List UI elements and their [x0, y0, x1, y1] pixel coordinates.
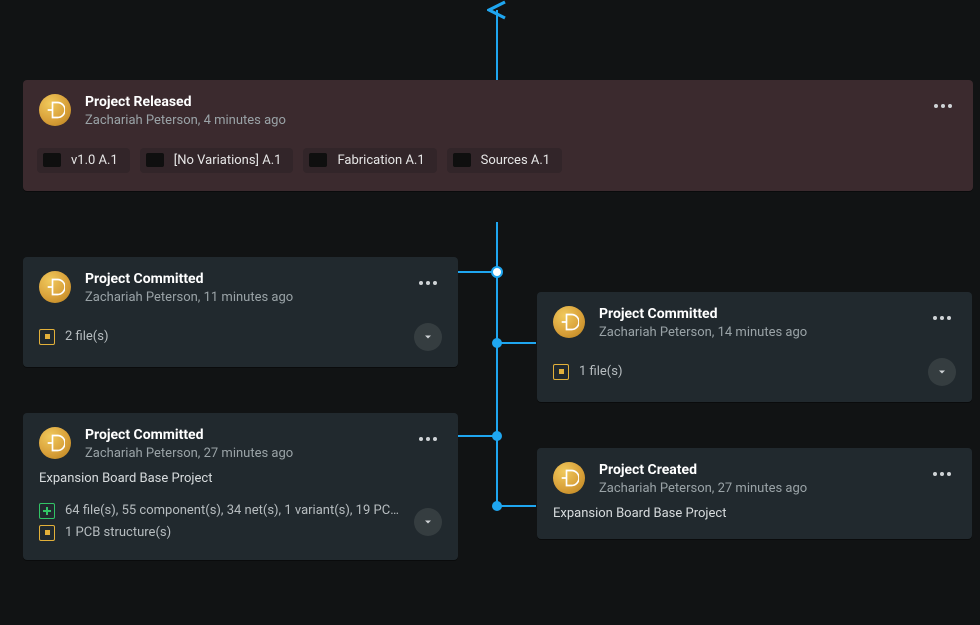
card-subtitle: Zachariah Peterson, 4 minutes ago: [85, 113, 929, 128]
avatar: [553, 462, 585, 494]
change-line: 64 file(s), 55 component(s), 34 net(s), …: [39, 500, 404, 522]
change-line: 1 PCB structure(s): [39, 522, 404, 544]
release-chip-row: v1.0 A.1 [No Variations] A.1 Fabrication…: [23, 128, 973, 191]
card-description: Expansion Board Base Project: [23, 461, 458, 500]
modified-icon: [39, 525, 55, 541]
modified-icon: [39, 329, 55, 345]
release-chip[interactable]: [No Variations] A.1: [140, 148, 294, 173]
avatar: [39, 94, 71, 126]
card-title: Project Released: [85, 94, 929, 111]
card-subtitle: Zachariah Peterson, 27 minutes ago: [85, 446, 414, 461]
release-chip[interactable]: v1.0 A.1: [37, 148, 130, 173]
card-subtitle: Zachariah Peterson, 27 minutes ago: [599, 481, 928, 496]
more-menu-button[interactable]: [928, 464, 956, 484]
more-menu-button[interactable]: [414, 429, 442, 449]
card-title: Project Committed: [85, 427, 414, 444]
card-project-committed: Project Committed Zachariah Peterson, 27…: [23, 413, 458, 560]
card-description: Expansion Board Base Project: [537, 496, 972, 539]
card-subtitle: Zachariah Peterson, 11 minutes ago: [85, 290, 414, 305]
release-chip[interactable]: Sources A.1: [447, 148, 562, 173]
card-project-created: Project Created Zachariah Peterson, 27 m…: [537, 448, 972, 539]
avatar: [39, 271, 71, 303]
change-line: 2 file(s): [39, 326, 404, 348]
modified-icon: [553, 364, 569, 380]
more-menu-button[interactable]: [928, 308, 956, 328]
card-title: Project Committed: [85, 271, 414, 288]
chip-swatch-icon: [146, 153, 164, 167]
chip-swatch-icon: [309, 153, 327, 167]
card-project-committed: Project Committed Zachariah Peterson, 14…: [537, 292, 972, 402]
release-chip[interactable]: Fabrication A.1: [303, 148, 436, 173]
added-icon: [39, 503, 55, 519]
card-title: Project Committed: [599, 306, 928, 323]
change-line: 1 file(s): [553, 361, 918, 383]
expand-button[interactable]: [928, 358, 956, 386]
chip-swatch-icon: [453, 153, 471, 167]
expand-button[interactable]: [414, 508, 442, 536]
avatar: [39, 427, 71, 459]
avatar: [553, 306, 585, 338]
card-project-released: Project Released Zachariah Peterson, 4 m…: [23, 80, 973, 191]
expand-button[interactable]: [414, 323, 442, 351]
card-title: Project Created: [599, 462, 928, 479]
more-menu-button[interactable]: [929, 96, 957, 116]
more-menu-button[interactable]: [414, 273, 442, 293]
chip-swatch-icon: [43, 153, 61, 167]
card-subtitle: Zachariah Peterson, 14 minutes ago: [599, 325, 928, 340]
card-project-committed: Project Committed Zachariah Peterson, 11…: [23, 257, 458, 367]
